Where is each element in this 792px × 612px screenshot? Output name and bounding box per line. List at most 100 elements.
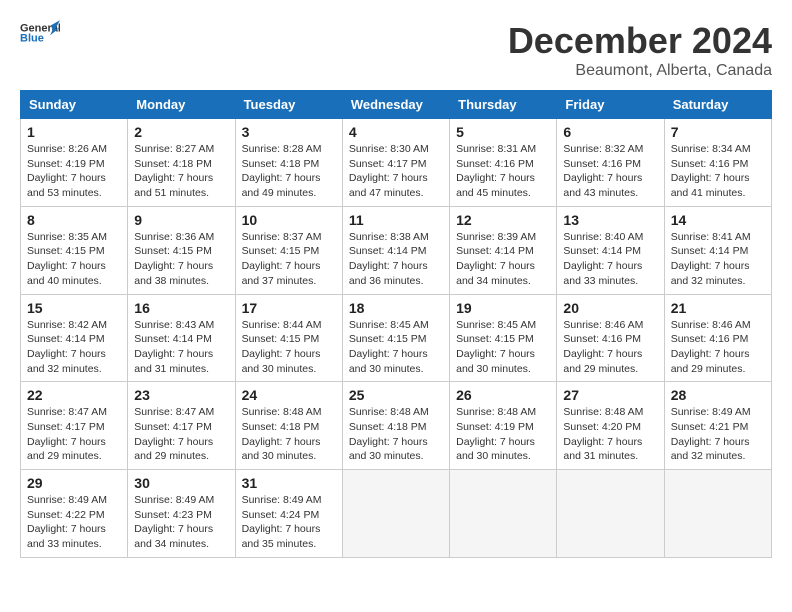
calendar-cell: 17 Sunrise: 8:44 AM Sunset: 4:15 PM Dayl… bbox=[235, 294, 342, 382]
day-info: Sunrise: 8:48 AM Sunset: 4:18 PM Dayligh… bbox=[242, 405, 336, 464]
day-info: Sunrise: 8:48 AM Sunset: 4:20 PM Dayligh… bbox=[563, 405, 657, 464]
day-number: 22 bbox=[27, 387, 121, 403]
day-info: Sunrise: 8:31 AM Sunset: 4:16 PM Dayligh… bbox=[456, 142, 550, 201]
day-number: 5 bbox=[456, 124, 550, 140]
day-info: Sunrise: 8:41 AM Sunset: 4:14 PM Dayligh… bbox=[671, 230, 765, 289]
day-number: 13 bbox=[563, 212, 657, 228]
day-info: Sunrise: 8:45 AM Sunset: 4:15 PM Dayligh… bbox=[456, 318, 550, 377]
calendar-cell: 20 Sunrise: 8:46 AM Sunset: 4:16 PM Dayl… bbox=[557, 294, 664, 382]
month-title: December 2024 bbox=[508, 20, 772, 62]
day-info: Sunrise: 8:30 AM Sunset: 4:17 PM Dayligh… bbox=[349, 142, 443, 201]
calendar-cell: 16 Sunrise: 8:43 AM Sunset: 4:14 PM Dayl… bbox=[128, 294, 235, 382]
day-info: Sunrise: 8:42 AM Sunset: 4:14 PM Dayligh… bbox=[27, 318, 121, 377]
day-info: Sunrise: 8:49 AM Sunset: 4:24 PM Dayligh… bbox=[242, 493, 336, 552]
calendar-cell bbox=[342, 470, 449, 558]
calendar-cell: 23 Sunrise: 8:47 AM Sunset: 4:17 PM Dayl… bbox=[128, 382, 235, 470]
day-number: 14 bbox=[671, 212, 765, 228]
day-info: Sunrise: 8:37 AM Sunset: 4:15 PM Dayligh… bbox=[242, 230, 336, 289]
day-number: 26 bbox=[456, 387, 550, 403]
day-number: 25 bbox=[349, 387, 443, 403]
calendar-cell: 25 Sunrise: 8:48 AM Sunset: 4:18 PM Dayl… bbox=[342, 382, 449, 470]
svg-text:Blue: Blue bbox=[20, 32, 44, 44]
calendar-cell: 1 Sunrise: 8:26 AM Sunset: 4:19 PM Dayli… bbox=[21, 119, 128, 207]
day-info: Sunrise: 8:47 AM Sunset: 4:17 PM Dayligh… bbox=[27, 405, 121, 464]
day-info: Sunrise: 8:49 AM Sunset: 4:23 PM Dayligh… bbox=[134, 493, 228, 552]
title-block: December 2024 Beaumont, Alberta, Canada bbox=[508, 20, 772, 80]
calendar-week-5: 29 Sunrise: 8:49 AM Sunset: 4:22 PM Dayl… bbox=[21, 470, 772, 558]
calendar-cell: 19 Sunrise: 8:45 AM Sunset: 4:15 PM Dayl… bbox=[450, 294, 557, 382]
calendar-cell: 4 Sunrise: 8:30 AM Sunset: 4:17 PM Dayli… bbox=[342, 119, 449, 207]
calendar-week-2: 8 Sunrise: 8:35 AM Sunset: 4:15 PM Dayli… bbox=[21, 206, 772, 294]
calendar-cell: 10 Sunrise: 8:37 AM Sunset: 4:15 PM Dayl… bbox=[235, 206, 342, 294]
day-number: 9 bbox=[134, 212, 228, 228]
day-number: 12 bbox=[456, 212, 550, 228]
day-info: Sunrise: 8:46 AM Sunset: 4:16 PM Dayligh… bbox=[563, 318, 657, 377]
calendar-cell bbox=[664, 470, 771, 558]
day-info: Sunrise: 8:46 AM Sunset: 4:16 PM Dayligh… bbox=[671, 318, 765, 377]
day-info: Sunrise: 8:28 AM Sunset: 4:18 PM Dayligh… bbox=[242, 142, 336, 201]
day-info: Sunrise: 8:40 AM Sunset: 4:14 PM Dayligh… bbox=[563, 230, 657, 289]
day-info: Sunrise: 8:39 AM Sunset: 4:14 PM Dayligh… bbox=[456, 230, 550, 289]
day-number: 4 bbox=[349, 124, 443, 140]
calendar-cell bbox=[557, 470, 664, 558]
calendar-header-thursday: Thursday bbox=[450, 91, 557, 119]
calendar-cell: 11 Sunrise: 8:38 AM Sunset: 4:14 PM Dayl… bbox=[342, 206, 449, 294]
day-number: 31 bbox=[242, 475, 336, 491]
calendar-cell: 6 Sunrise: 8:32 AM Sunset: 4:16 PM Dayli… bbox=[557, 119, 664, 207]
day-number: 29 bbox=[27, 475, 121, 491]
calendar-header-monday: Monday bbox=[128, 91, 235, 119]
calendar-cell: 29 Sunrise: 8:49 AM Sunset: 4:22 PM Dayl… bbox=[21, 470, 128, 558]
day-info: Sunrise: 8:48 AM Sunset: 4:19 PM Dayligh… bbox=[456, 405, 550, 464]
calendar-week-4: 22 Sunrise: 8:47 AM Sunset: 4:17 PM Dayl… bbox=[21, 382, 772, 470]
calendar-cell: 21 Sunrise: 8:46 AM Sunset: 4:16 PM Dayl… bbox=[664, 294, 771, 382]
day-number: 20 bbox=[563, 300, 657, 316]
day-info: Sunrise: 8:35 AM Sunset: 4:15 PM Dayligh… bbox=[27, 230, 121, 289]
day-info: Sunrise: 8:43 AM Sunset: 4:14 PM Dayligh… bbox=[134, 318, 228, 377]
calendar-header-sunday: Sunday bbox=[21, 91, 128, 119]
day-number: 7 bbox=[671, 124, 765, 140]
calendar-week-3: 15 Sunrise: 8:42 AM Sunset: 4:14 PM Dayl… bbox=[21, 294, 772, 382]
calendar-cell: 7 Sunrise: 8:34 AM Sunset: 4:16 PM Dayli… bbox=[664, 119, 771, 207]
calendar-header-saturday: Saturday bbox=[664, 91, 771, 119]
calendar-header-friday: Friday bbox=[557, 91, 664, 119]
day-info: Sunrise: 8:48 AM Sunset: 4:18 PM Dayligh… bbox=[349, 405, 443, 464]
page-header: General Blue December 2024 Beaumont, Alb… bbox=[20, 20, 772, 80]
location: Beaumont, Alberta, Canada bbox=[508, 62, 772, 80]
day-info: Sunrise: 8:26 AM Sunset: 4:19 PM Dayligh… bbox=[27, 142, 121, 201]
calendar-cell: 24 Sunrise: 8:48 AM Sunset: 4:18 PM Dayl… bbox=[235, 382, 342, 470]
day-info: Sunrise: 8:27 AM Sunset: 4:18 PM Dayligh… bbox=[134, 142, 228, 201]
day-number: 3 bbox=[242, 124, 336, 140]
calendar-cell: 8 Sunrise: 8:35 AM Sunset: 4:15 PM Dayli… bbox=[21, 206, 128, 294]
calendar-cell: 22 Sunrise: 8:47 AM Sunset: 4:17 PM Dayl… bbox=[21, 382, 128, 470]
day-info: Sunrise: 8:45 AM Sunset: 4:15 PM Dayligh… bbox=[349, 318, 443, 377]
calendar-cell: 3 Sunrise: 8:28 AM Sunset: 4:18 PM Dayli… bbox=[235, 119, 342, 207]
calendar-header-wednesday: Wednesday bbox=[342, 91, 449, 119]
calendar-table: SundayMondayTuesdayWednesdayThursdayFrid… bbox=[20, 90, 772, 558]
day-number: 16 bbox=[134, 300, 228, 316]
calendar-cell: 13 Sunrise: 8:40 AM Sunset: 4:14 PM Dayl… bbox=[557, 206, 664, 294]
day-number: 6 bbox=[563, 124, 657, 140]
day-info: Sunrise: 8:38 AM Sunset: 4:14 PM Dayligh… bbox=[349, 230, 443, 289]
day-number: 10 bbox=[242, 212, 336, 228]
day-info: Sunrise: 8:32 AM Sunset: 4:16 PM Dayligh… bbox=[563, 142, 657, 201]
calendar-cell: 27 Sunrise: 8:48 AM Sunset: 4:20 PM Dayl… bbox=[557, 382, 664, 470]
calendar-cell: 5 Sunrise: 8:31 AM Sunset: 4:16 PM Dayli… bbox=[450, 119, 557, 207]
calendar-cell: 2 Sunrise: 8:27 AM Sunset: 4:18 PM Dayli… bbox=[128, 119, 235, 207]
calendar-cell: 9 Sunrise: 8:36 AM Sunset: 4:15 PM Dayli… bbox=[128, 206, 235, 294]
day-number: 19 bbox=[456, 300, 550, 316]
day-number: 28 bbox=[671, 387, 765, 403]
calendar-header-tuesday: Tuesday bbox=[235, 91, 342, 119]
day-number: 17 bbox=[242, 300, 336, 316]
day-number: 30 bbox=[134, 475, 228, 491]
day-number: 11 bbox=[349, 212, 443, 228]
calendar-cell: 30 Sunrise: 8:49 AM Sunset: 4:23 PM Dayl… bbox=[128, 470, 235, 558]
day-info: Sunrise: 8:49 AM Sunset: 4:21 PM Dayligh… bbox=[671, 405, 765, 464]
calendar-cell: 12 Sunrise: 8:39 AM Sunset: 4:14 PM Dayl… bbox=[450, 206, 557, 294]
calendar-week-1: 1 Sunrise: 8:26 AM Sunset: 4:19 PM Dayli… bbox=[21, 119, 772, 207]
day-number: 24 bbox=[242, 387, 336, 403]
day-number: 1 bbox=[27, 124, 121, 140]
day-info: Sunrise: 8:44 AM Sunset: 4:15 PM Dayligh… bbox=[242, 318, 336, 377]
calendar-cell bbox=[450, 470, 557, 558]
day-info: Sunrise: 8:47 AM Sunset: 4:17 PM Dayligh… bbox=[134, 405, 228, 464]
day-info: Sunrise: 8:49 AM Sunset: 4:22 PM Dayligh… bbox=[27, 493, 121, 552]
